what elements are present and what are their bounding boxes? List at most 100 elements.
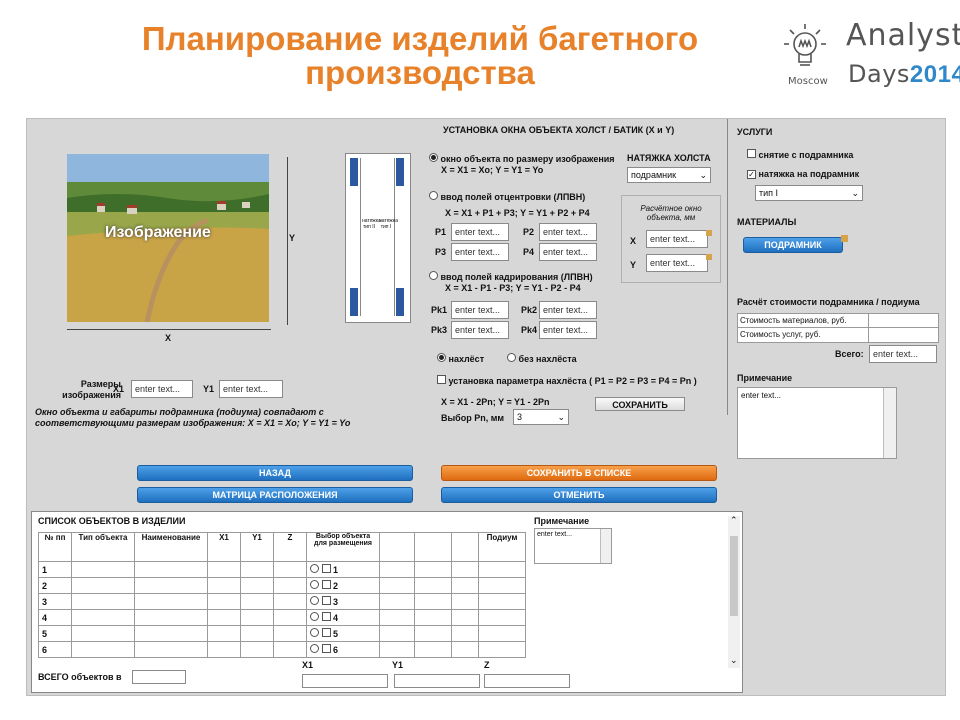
option-no-overlap[interactable]: без нахлёста	[507, 353, 577, 364]
col-select: Выбор объекта для размещения	[306, 532, 380, 562]
option-cropping[interactable]: ввод полей кадрирования (ЛПВН)	[429, 271, 593, 282]
col-x1: X1	[207, 532, 241, 562]
col-type: Тип объекта	[71, 532, 135, 562]
list-scrollbar[interactable]: ⌃ ⌄	[728, 516, 740, 668]
note-textarea[interactable]: enter text...	[737, 387, 897, 459]
row-checkbox[interactable]	[321, 612, 331, 621]
x1-input[interactable]: enter text...	[131, 380, 193, 398]
list-footer-z: Z	[484, 660, 490, 670]
p1-input[interactable]: enter text...	[451, 223, 509, 241]
row-radio[interactable]	[310, 564, 319, 573]
service-stretch-checkbox[interactable]: ✓	[747, 170, 756, 179]
p3-input[interactable]: enter text...	[451, 243, 509, 261]
table-row[interactable]: 4 4	[38, 609, 526, 626]
cancel-button[interactable]: ОТМЕНИТЬ	[441, 487, 717, 503]
stretch-select-value: подрамник	[631, 170, 677, 180]
row-checkbox[interactable]	[321, 628, 331, 637]
service-stretch-label: натяжка на подрамник	[758, 169, 860, 179]
overlap-param-checkbox[interactable]	[437, 375, 446, 384]
calc-x-input[interactable]: enter text...	[646, 230, 708, 248]
chevron-down-icon[interactable]: ⌄	[730, 656, 738, 665]
material-frame-button[interactable]: ПОДРАМНИК	[743, 237, 843, 253]
scrollbar[interactable]	[600, 529, 611, 563]
table-row[interactable]: 2 2	[38, 577, 526, 594]
save-list-button[interactable]: СОХРАНИТЬ В СПИСКЕ	[441, 465, 717, 481]
list-footer-z-input[interactable]	[484, 674, 570, 688]
calc-window-title: Расчётное окно объекта, мм	[640, 204, 702, 222]
y1-label: Y1	[203, 384, 215, 394]
axis-x-line	[67, 329, 271, 330]
radio-centering[interactable]	[429, 191, 438, 200]
row-radio[interactable]	[310, 644, 319, 653]
cost-row-materials: Стоимость материалов, руб.	[740, 316, 847, 325]
list-note-textarea[interactable]: enter text...	[534, 528, 612, 564]
logo-line2: Days2014	[848, 60, 960, 89]
radio-window-size[interactable]	[429, 153, 438, 162]
cost-row-services: Стоимость услуг, руб.	[740, 330, 821, 339]
y1-input[interactable]: enter text...	[219, 380, 283, 398]
row-number: 3	[38, 593, 72, 610]
table-row[interactable]: 5 5	[38, 625, 526, 642]
total-input[interactable]: enter text...	[869, 345, 937, 363]
scrollbar[interactable]	[883, 388, 896, 458]
row-radio[interactable]	[310, 612, 319, 621]
pn-select[interactable]: 3 ⌄	[513, 409, 569, 425]
p2-input[interactable]: enter text...	[539, 223, 597, 241]
p4-input[interactable]: enter text...	[539, 243, 597, 261]
col-z: Z	[273, 532, 307, 562]
row-radio[interactable]	[310, 628, 319, 637]
section-header: УСТАНОВКА ОКНА ОБЪЕКТА ХОЛСТ / БАТИК (X …	[443, 125, 675, 135]
stretch-label-type1: натяжка тип I	[379, 218, 398, 230]
row-checkbox[interactable]	[321, 564, 331, 573]
p1-label: P1	[435, 227, 447, 237]
radio-cropping[interactable]	[429, 271, 438, 280]
pk3-input[interactable]: enter text...	[451, 321, 509, 339]
row-radio[interactable]	[310, 580, 319, 589]
save-small-button[interactable]: СОХРАНИТЬ	[595, 397, 685, 411]
service-removal-checkbox[interactable]	[747, 149, 756, 158]
type-select[interactable]: тип I ⌄	[755, 185, 863, 201]
pk2-input[interactable]: enter text...	[539, 301, 597, 319]
service-stretch[interactable]: ✓ натяжка на подрамник	[747, 169, 859, 179]
option-overlap[interactable]: нахлёст	[437, 353, 484, 364]
row-select-number: 2	[333, 581, 339, 591]
list-total-input[interactable]	[132, 670, 186, 684]
lock-icon	[706, 254, 712, 260]
matrix-button[interactable]: МАТРИЦА РАСПОЛОЖЕНИЯ	[137, 487, 413, 503]
pn-label: Выбор Pn, мм	[441, 413, 505, 423]
row-select-number: 4	[333, 613, 339, 623]
option-window-size[interactable]: окно объекта по размеру изображения	[429, 153, 615, 164]
radio-overlap[interactable]	[437, 353, 446, 362]
image-label: Изображение	[105, 224, 211, 241]
list-footer-y1-input[interactable]	[394, 674, 480, 688]
radio-no-overlap[interactable]	[507, 353, 516, 362]
pk4-input[interactable]: enter text...	[539, 321, 597, 339]
divider	[727, 119, 728, 415]
chevron-up-icon[interactable]: ⌃	[730, 516, 738, 525]
slide-title: Планирование изделий багетного производс…	[141, 20, 699, 91]
row-select-number: 5	[333, 629, 339, 639]
back-button[interactable]: НАЗАД	[137, 465, 413, 481]
overlap-param-label: установка параметра нахлёста ( P1 = P2 =…	[448, 376, 697, 386]
lock-icon	[706, 230, 712, 236]
lock-icon	[841, 235, 848, 242]
service-removal[interactable]: снятие с подрамника	[747, 149, 853, 160]
row-radio[interactable]	[310, 596, 319, 605]
pk1-input[interactable]: enter text...	[451, 301, 509, 319]
table-row[interactable]: 3 3	[38, 593, 526, 610]
row-checkbox[interactable]	[321, 580, 331, 589]
row-checkbox[interactable]	[321, 644, 331, 653]
scrollbar-thumb[interactable]	[730, 536, 738, 616]
table-row[interactable]: 1 1	[38, 561, 526, 578]
calc-y-input[interactable]: enter text...	[646, 254, 708, 272]
pk2-label: Pk2	[521, 305, 538, 315]
list-footer-x1-input[interactable]	[302, 674, 388, 688]
stretch-select[interactable]: подрамник ⌄	[627, 167, 711, 183]
option-centering[interactable]: ввод полей отцентровки (ЛПВН)	[429, 191, 585, 202]
list-note-value: enter text...	[537, 531, 573, 538]
table-row[interactable]: 6 6	[38, 641, 526, 658]
p2-label: P2	[523, 227, 535, 237]
col-extra-1	[379, 532, 415, 562]
overlap-param[interactable]: установка параметра нахлёста ( P1 = P2 =…	[437, 375, 697, 386]
row-checkbox[interactable]	[321, 596, 331, 605]
